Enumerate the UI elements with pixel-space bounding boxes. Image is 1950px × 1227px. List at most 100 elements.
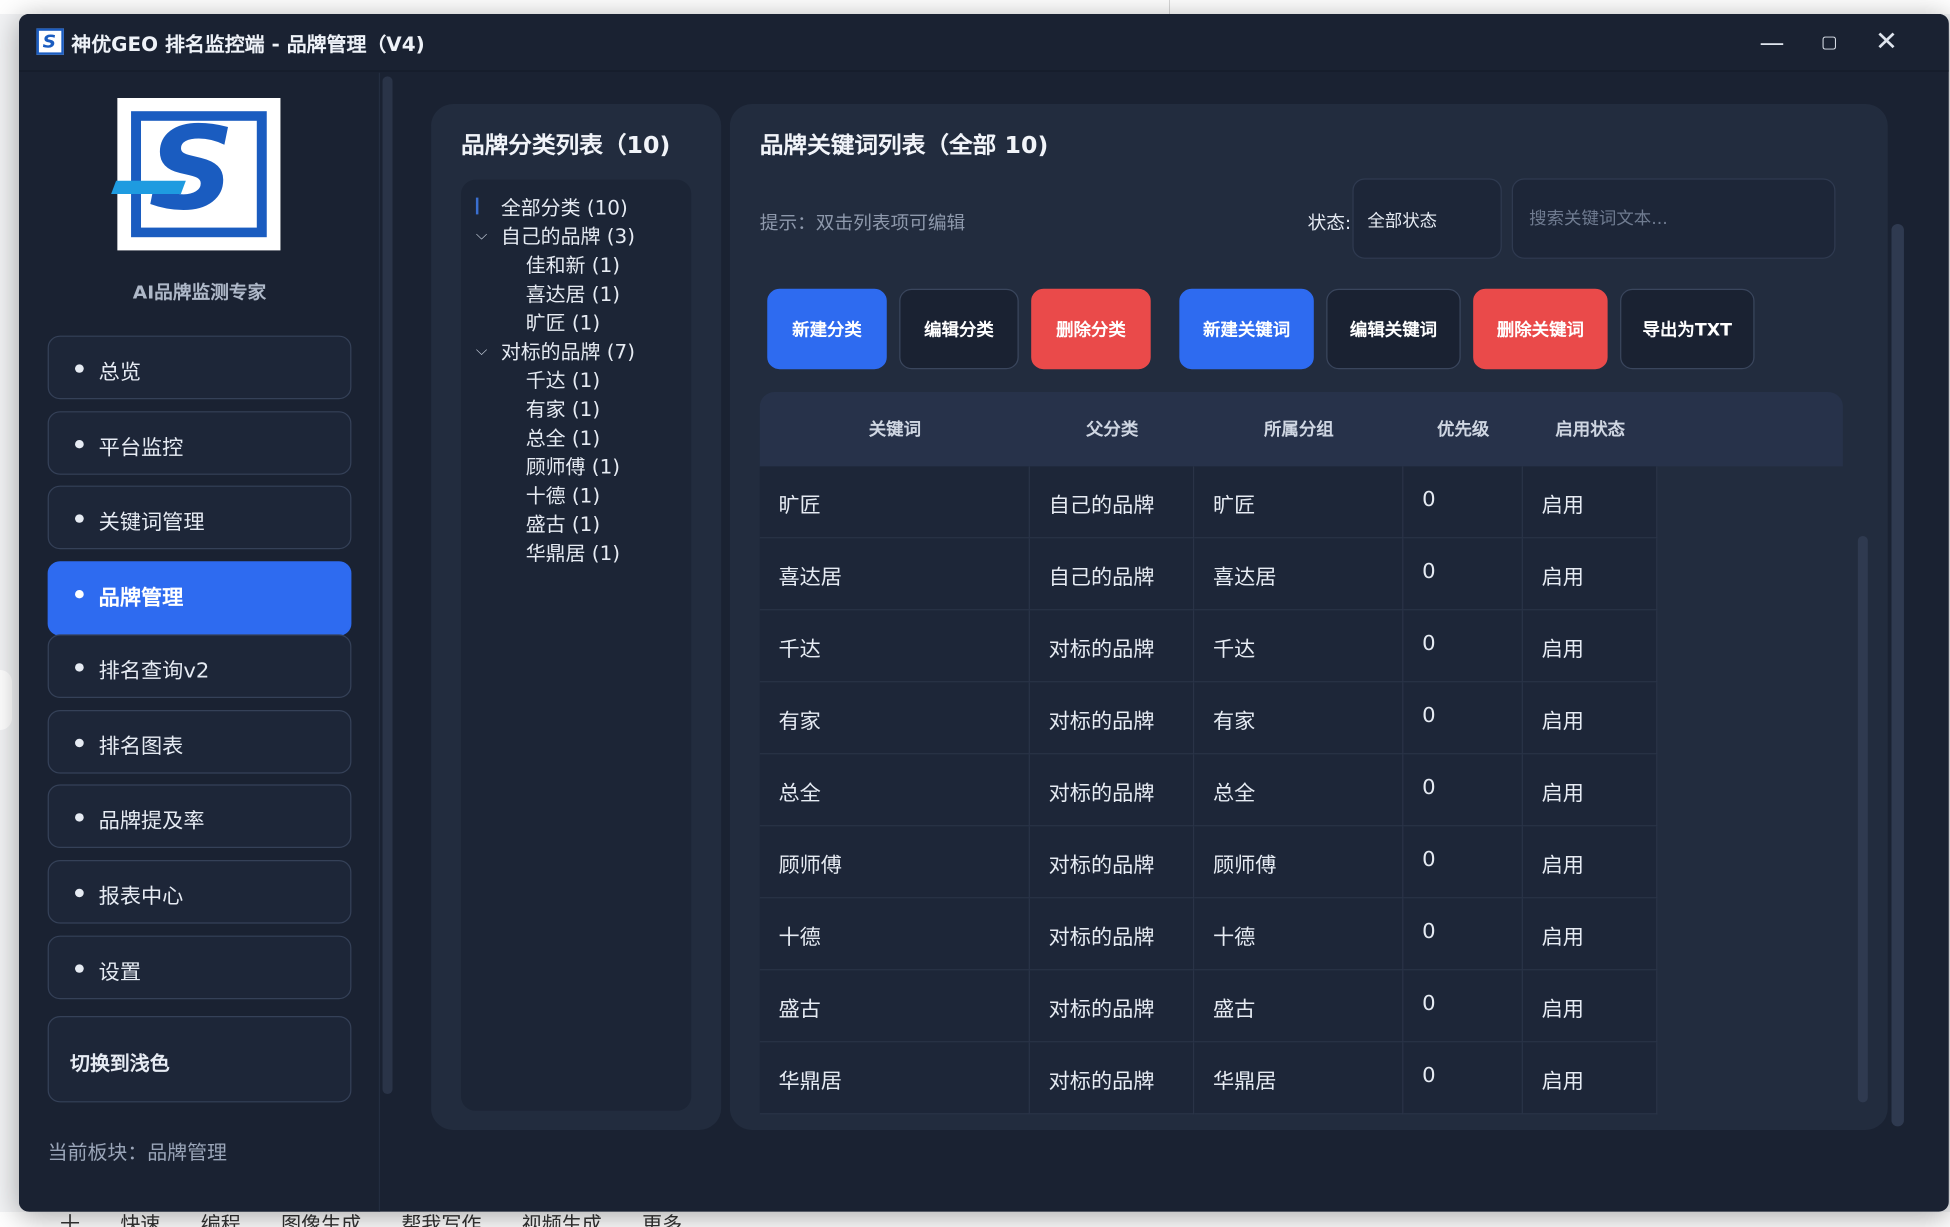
column-header-priority[interactable]: 优先级 [1403,417,1523,441]
tree-item[interactable]: 旷匠 (1) [526,307,600,336]
table-cell[interactable]: 0 [1403,466,1523,539]
table-cell[interactable]: 启用 [1522,538,1658,611]
table-row[interactable]: 有家 对标的品牌 有家 0 启用 [759,682,1843,755]
table-row[interactable]: 旷匠 自己的品牌 旷匠 0 启用 [759,466,1843,539]
tree-item-competitor-brands[interactable]: 对标的品牌 (7) [501,336,635,365]
table-cell[interactable]: 启用 [1522,1042,1658,1115]
tree-item[interactable]: 盛古 (1) [526,508,600,537]
table-row[interactable]: 华鼎居 对标的品牌 华鼎居 0 启用 [759,1042,1843,1115]
table-row[interactable]: 十德 对标的品牌 十德 0 启用 [759,898,1843,971]
tree-item[interactable]: 十德 (1) [526,480,600,509]
table-cell[interactable]: 0 [1403,682,1523,755]
column-header-keyword[interactable]: 关键词 [760,417,1030,441]
chevron-down-icon[interactable]: ⌵ [476,226,487,244]
table-cell[interactable]: 启用 [1522,826,1658,899]
table-cell[interactable]: 十德 [1194,898,1404,971]
new-category-button[interactable]: 新建分类 [767,288,887,370]
table-cell[interactable]: 对标的品牌 [1029,682,1195,755]
tree-item-own-brands[interactable]: 自己的品牌 (3) [501,220,635,249]
table-cell[interactable]: 十德 [759,898,1030,971]
table-cell[interactable]: 自己的品牌 [1029,466,1195,539]
edit-keyword-button[interactable]: 编辑关键词 [1326,288,1461,370]
table-cell[interactable]: 对标的品牌 [1029,610,1195,683]
tree-item[interactable]: 顾师傅 (1) [526,451,620,480]
sidebar-item-report-center[interactable]: 报表中心 [47,860,352,924]
table-cell[interactable]: 盛古 [759,970,1030,1043]
theme-toggle-button[interactable]: 切换到浅色 [47,1016,352,1103]
title-bar[interactable]: S 神优GEO 排名监控端 - 品牌管理（V4) — ▢ ✕ [19,14,1949,72]
tree-item[interactable]: 有家 (1) [526,393,600,422]
table-cell[interactable]: 0 [1403,898,1523,971]
status-filter-select[interactable]: 全部状态 [1352,178,1502,259]
tree-item[interactable]: 喜达居 (1) [526,278,620,307]
table-cell[interactable]: 自己的品牌 [1029,538,1195,611]
table-row[interactable]: 盛古 对标的品牌 盛古 0 启用 [759,970,1843,1043]
table-cell[interactable]: 对标的品牌 [1029,970,1195,1043]
table-cell[interactable]: 盛古 [1194,970,1404,1043]
main-scrollbar[interactable] [1891,224,1904,1127]
table-cell[interactable]: 有家 [759,682,1030,755]
table-cell[interactable]: 喜达居 [1194,538,1404,611]
table-cell[interactable]: 对标的品牌 [1029,754,1195,827]
minimize-icon[interactable]: — [1747,24,1797,62]
table-cell[interactable]: 喜达居 [759,538,1030,611]
table-cell[interactable]: 千达 [1194,610,1404,683]
table-cell[interactable]: 华鼎居 [759,1042,1030,1115]
table-cell[interactable]: 0 [1403,754,1523,827]
table-row[interactable]: 顾师傅 对标的品牌 顾师傅 0 启用 [759,826,1843,899]
table-cell[interactable]: 启用 [1522,610,1658,683]
tree-item[interactable]: 总全 (1) [526,422,600,451]
table-cell[interactable]: 启用 [1522,898,1658,971]
tree-item-all[interactable]: 全部分类 (10) [501,192,628,221]
sidebar-scrollbar[interactable] [382,76,393,1094]
table-cell[interactable]: 0 [1403,826,1523,899]
tree-item[interactable]: 佳和新 (1) [526,249,620,278]
table-cell[interactable]: 启用 [1522,682,1658,755]
keyword-search-input[interactable] [1511,178,1836,259]
edit-category-button[interactable]: 编辑分类 [899,288,1019,370]
table-cell[interactable]: 0 [1403,970,1523,1043]
table-row[interactable]: 喜达居 自己的品牌 喜达居 0 启用 [759,538,1843,611]
table-cell[interactable]: 旷匠 [1194,466,1404,539]
new-keyword-button[interactable]: 新建关键词 [1179,288,1314,370]
sidebar-item-keyword-management[interactable]: 关键词管理 [47,485,352,550]
table-cell[interactable]: 对标的品牌 [1029,1042,1195,1115]
close-icon[interactable]: ✕ [1862,24,1912,62]
tree-item[interactable]: 千达 (1) [526,364,600,393]
table-cell[interactable]: 对标的品牌 [1029,826,1195,899]
table-row[interactable]: 总全 对标的品牌 总全 0 启用 [759,754,1843,827]
table-cell[interactable]: 华鼎居 [1194,1042,1404,1115]
export-txt-button[interactable]: 导出为TXT [1620,288,1755,370]
sidebar-item-brand-mention[interactable]: 品牌提及率 [47,784,352,849]
sidebar-item-rank-chart[interactable]: 排名图表 [47,710,352,774]
table-cell[interactable]: 旷匠 [759,466,1030,539]
table-cell[interactable]: 有家 [1194,682,1404,755]
table-cell[interactable]: 启用 [1522,970,1658,1043]
table-cell[interactable]: 对标的品牌 [1029,898,1195,971]
table-cell[interactable]: 0 [1403,610,1523,683]
column-header-status[interactable]: 启用状态 [1523,417,1657,441]
sidebar-item-overview[interactable]: 总览 [47,335,352,400]
sidebar-item-rank-query[interactable]: 排名查询v2 [47,634,352,698]
table-cell[interactable]: 0 [1403,1042,1523,1115]
table-cell[interactable]: 0 [1403,538,1523,611]
table-cell[interactable]: 顾师傅 [759,826,1030,899]
table-cell[interactable]: 总全 [759,754,1030,827]
table-cell[interactable]: 千达 [759,610,1030,683]
table-scrollbar[interactable] [1857,536,1868,1103]
chevron-down-icon[interactable]: ⌵ [476,342,487,360]
column-header-group[interactable]: 所属分组 [1194,417,1403,441]
table-cell[interactable]: 启用 [1522,466,1658,539]
sidebar-item-platform-monitor[interactable]: 平台监控 [47,411,352,475]
column-header-parent[interactable]: 父分类 [1030,417,1194,441]
delete-keyword-button[interactable]: 删除关键词 [1473,288,1608,370]
table-cell[interactable]: 启用 [1522,754,1658,827]
sidebar-item-brand-management[interactable]: 品牌管理 [47,561,352,636]
maximize-icon[interactable]: ▢ [1804,24,1854,62]
tree-item[interactable]: 华鼎居 (1) [526,537,620,566]
table-cell[interactable]: 顾师傅 [1194,826,1404,899]
table-cell[interactable]: 总全 [1194,754,1404,827]
sidebar-item-settings[interactable]: 设置 [47,935,352,1000]
table-row[interactable]: 千达 对标的品牌 千达 0 启用 [759,610,1843,683]
delete-category-button[interactable]: 删除分类 [1031,288,1151,370]
